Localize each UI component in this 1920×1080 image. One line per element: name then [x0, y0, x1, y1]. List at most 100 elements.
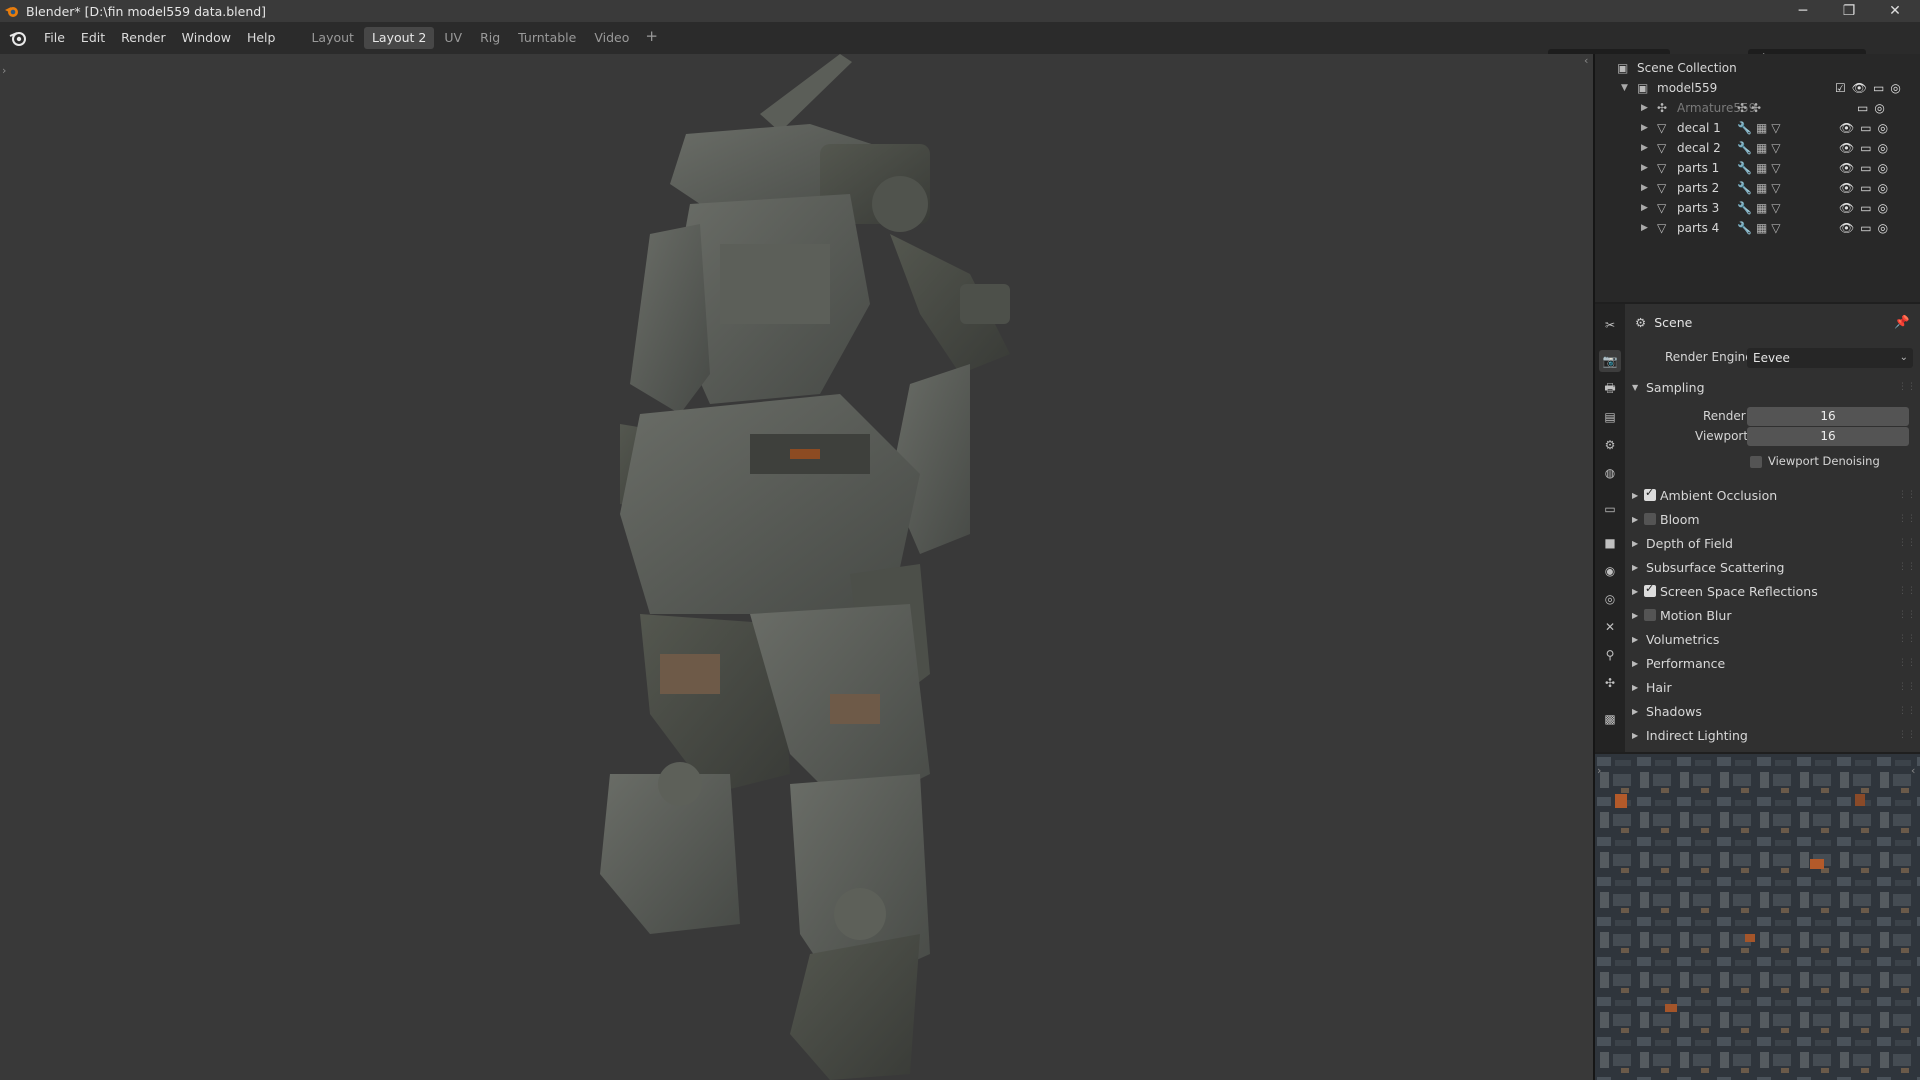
panel-performance[interactable]: ▶ Performance ⋮⋮: [1625, 652, 1920, 674]
constraints-tab-icon[interactable]: ⚲: [1599, 644, 1621, 666]
toolbar-expand-icon[interactable]: ›: [2, 64, 6, 77]
visibility-icons[interactable]: 👁▭◎: [1839, 161, 1894, 175]
visibility-icons[interactable]: 👁▭◎: [1839, 201, 1894, 215]
panel-label: Sampling: [1646, 379, 1705, 395]
drag-handle-icon[interactable]: ⋮⋮: [1898, 586, 1916, 596]
robot-model[interactable]: [590, 54, 1090, 1080]
outliner-item-parts-2[interactable]: ▶ ▽ parts 2 🔧▦▽ 👁▭◎: [1595, 178, 1920, 198]
expand-icon[interactable]: ▶: [1641, 223, 1648, 233]
panel-sampling[interactable]: ▼ Sampling ⋮⋮: [1625, 376, 1920, 398]
tab-video[interactable]: Video: [586, 27, 637, 49]
ssr-checkbox[interactable]: [1644, 582, 1656, 597]
pin-icon[interactable]: 📌: [1894, 314, 1910, 330]
motion-blur-checkbox[interactable]: [1644, 609, 1656, 621]
visibility-icons[interactable]: 👁▭◎: [1839, 141, 1894, 155]
tab-layout[interactable]: Layout: [303, 27, 362, 49]
scene-collection-label: Scene Collection: [1637, 61, 1737, 75]
outliner-item-decal-2[interactable]: ▶ ▽ decal 2 🔧▦▽ 👁▭◎: [1595, 138, 1920, 158]
tool-tab-icon[interactable]: ✂: [1599, 314, 1621, 336]
drag-handle-icon[interactable]: ⋮⋮: [1898, 490, 1916, 500]
drag-handle-icon[interactable]: ⋮⋮: [1898, 706, 1916, 716]
restore-button[interactable]: ❐: [1826, 0, 1872, 22]
tab-layout-2[interactable]: Layout 2: [363, 27, 435, 49]
drag-handle-icon[interactable]: ⋮⋮: [1898, 538, 1916, 548]
panel-subsurface-scattering[interactable]: ▶ Subsurface Scattering ⋮⋮: [1625, 556, 1920, 578]
image-sidebar-expand-icon[interactable]: ‹: [1911, 764, 1915, 777]
panel-screen-space-reflections[interactable]: ▶ Screen Space Reflections ⋮⋮: [1625, 580, 1920, 602]
expand-icon[interactable]: ▶: [1641, 103, 1648, 113]
outliner-collection[interactable]: ▼ ▣ model559 ☑👁▭◎: [1595, 78, 1920, 98]
expand-icon[interactable]: ▶: [1641, 143, 1648, 153]
menu-render[interactable]: Render: [113, 26, 174, 50]
tab-rig[interactable]: Rig: [472, 27, 508, 49]
expand-icon[interactable]: ▶: [1641, 163, 1648, 173]
particles-tab-icon[interactable]: ◎: [1599, 588, 1621, 610]
minimize-button[interactable]: ─: [1780, 0, 1826, 22]
blender-menu-icon[interactable]: [8, 28, 28, 48]
drag-handle-icon[interactable]: ⋮⋮: [1898, 682, 1916, 692]
panel-ambient-occlusion[interactable]: ▶ Ambient Occlusion ⋮⋮: [1625, 484, 1920, 506]
drag-handle-icon[interactable]: ⋮⋮: [1898, 382, 1916, 392]
header-collapse-icon[interactable]: ⌄: [1566, 54, 1575, 55]
menu-window[interactable]: Window: [174, 26, 239, 50]
close-button[interactable]: ✕: [1872, 0, 1918, 22]
drag-handle-icon[interactable]: ⋮⋮: [1898, 658, 1916, 668]
image-editor[interactable]: › ‹: [1595, 754, 1920, 1080]
render-engine-dropdown[interactable]: Eevee ⌄: [1747, 348, 1913, 368]
outliner-item-decal-1[interactable]: ▶ ▽ decal 1 🔧▦▽ 👁▭◎: [1595, 118, 1920, 138]
sampling-viewport-field[interactable]: 16: [1747, 427, 1909, 446]
outliner-item-parts-3[interactable]: ▶ ▽ parts 3 🔧▦▽ 👁▭◎: [1595, 198, 1920, 218]
panel-shadows[interactable]: ▶ Shadows ⋮⋮: [1625, 700, 1920, 722]
render-tab-icon[interactable]: 📷: [1599, 350, 1621, 372]
visibility-icons[interactable]: 👁▭◎: [1839, 121, 1894, 135]
expand-icon[interactable]: ▶: [1641, 123, 1648, 133]
outliner-item-parts-4[interactable]: ▶ ▽ parts 4 🔧▦▽ 👁▭◎: [1595, 218, 1920, 238]
menu-file[interactable]: File: [36, 26, 73, 50]
output-tab-icon[interactable]: 🖶: [1599, 378, 1621, 400]
drag-handle-icon[interactable]: ⋮⋮: [1898, 562, 1916, 572]
sampling-render-label: Render: [1703, 409, 1746, 423]
sampling-render-field[interactable]: 16: [1747, 407, 1909, 426]
expand-icon[interactable]: ▶: [1641, 203, 1648, 213]
tab-turntable[interactable]: Turntable: [510, 27, 584, 49]
visibility-icons[interactable]: 👁▭◎: [1839, 181, 1894, 195]
modifier-tab-icon[interactable]: ◉: [1599, 560, 1621, 582]
drag-handle-icon[interactable]: ⋮⋮: [1898, 610, 1916, 620]
3d-viewport[interactable]: › ‹ ⌄: [0, 54, 1593, 1080]
visibility-icons[interactable]: 👁▭◎: [1839, 221, 1894, 235]
texture-tab-icon[interactable]: ▩: [1599, 708, 1621, 730]
drag-handle-icon[interactable]: ⋮⋮: [1898, 730, 1916, 740]
panel-indirect-lighting[interactable]: ▶ Indirect Lighting ⋮⋮: [1625, 724, 1920, 746]
collection-tab-icon[interactable]: ▭: [1599, 498, 1621, 520]
panel-bloom[interactable]: ▶ Bloom ⋮⋮: [1625, 508, 1920, 530]
tab-uv[interactable]: UV: [436, 27, 470, 49]
world-tab-icon[interactable]: ◍: [1599, 462, 1621, 484]
panel-label: Subsurface Scattering: [1646, 559, 1785, 575]
menu-edit[interactable]: Edit: [73, 26, 113, 50]
bloom-checkbox[interactable]: [1644, 513, 1656, 525]
object-tab-icon[interactable]: ■: [1599, 532, 1621, 554]
drag-handle-icon[interactable]: ⋮⋮: [1898, 634, 1916, 644]
scene-tab-icon[interactable]: ⚙: [1599, 434, 1621, 456]
expand-icon[interactable]: ▼: [1621, 83, 1628, 93]
physics-tab-icon[interactable]: ✕: [1599, 616, 1621, 638]
menu-help[interactable]: Help: [239, 26, 284, 50]
panel-motion-blur[interactable]: ▶ Motion Blur ⋮⋮: [1625, 604, 1920, 626]
outliner-item-parts-1[interactable]: ▶ ▽ parts 1 🔧▦▽ 👁▭◎: [1595, 158, 1920, 178]
view-layer-tab-icon[interactable]: ▤: [1599, 406, 1621, 428]
visibility-icons[interactable]: ▭◎: [1857, 101, 1891, 115]
expand-icon[interactable]: ▶: [1641, 183, 1648, 193]
panel-hair[interactable]: ▶ Hair ⋮⋮: [1625, 676, 1920, 698]
drag-handle-icon[interactable]: ⋮⋮: [1898, 514, 1916, 524]
add-workspace-icon[interactable]: +: [639, 27, 664, 49]
panel-volumetrics[interactable]: ▶ Volumetrics ⋮⋮: [1625, 628, 1920, 650]
collection-visibility-icons[interactable]: ☑👁▭◎: [1835, 81, 1907, 95]
ambient-occlusion-checkbox[interactable]: [1644, 486, 1656, 501]
viewport-denoising-checkbox[interactable]: [1750, 456, 1762, 468]
sidebar-expand-icon[interactable]: ‹: [1584, 54, 1588, 67]
outliner-item-armature[interactable]: ▶ ✣ Armature559 ✣✣ ▭◎: [1595, 98, 1920, 118]
image-toolbar-expand-icon[interactable]: ›: [1597, 764, 1601, 777]
outliner-root[interactable]: ▣ Scene Collection: [1595, 58, 1920, 78]
object-data-tab-icon[interactable]: ✣: [1599, 672, 1621, 694]
panel-depth-of-field[interactable]: ▶ Depth of Field ⋮⋮: [1625, 532, 1920, 554]
